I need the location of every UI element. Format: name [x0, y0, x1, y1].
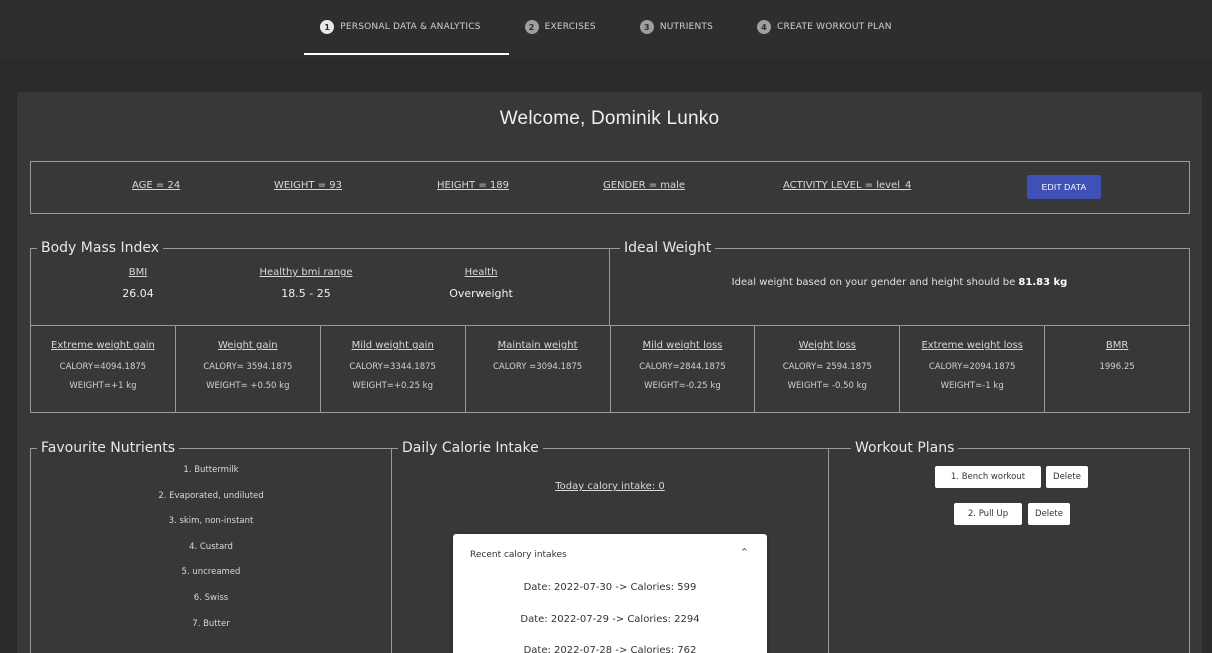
health-label: Health [464, 267, 498, 278]
ideal-weight-text: Ideal weight based on your gender and he… [610, 277, 1189, 288]
user-data-box: AGE = 24 WEIGHT = 93 HEIGHT = 189 GENDER… [30, 161, 1190, 214]
calorie-cell-gain: Weight gain CALORY= 3594.1875 WEIGHT= +0… [176, 326, 321, 412]
step-label: CREATE WORKOUT PLAN [776, 22, 892, 32]
calorie-cell-calory: CALORY =3094.1875 [492, 362, 583, 372]
calorie-cell-title[interactable]: Mild weight loss [611, 340, 755, 351]
calorie-cell-bmr: BMR 1996.25 [1045, 326, 1189, 412]
calorie-cell-calory: CALORY=4094.1875 [59, 362, 147, 372]
list-item: 1. Buttermilk [183, 465, 239, 475]
bmi-legend: Body Mass Index [37, 239, 164, 257]
list-item: 6. Swiss [193, 592, 229, 603]
list-item: 2. Evaporated, undiluted [158, 490, 264, 501]
recent-calory-panel: Recent calory intakes ⌃ Date: 2022-07-30… [453, 534, 767, 653]
edit-data-button[interactable]: EDIT DATA [1027, 175, 1101, 199]
calorie-cell-mild-gain: Mild weight gain CALORY=3344.1875 WEIGHT… [321, 326, 466, 412]
bmi-range-label: Healthy bmi range [259, 267, 353, 278]
calorie-cell-extreme-gain: Extreme weight gain CALORY=4094.1875 WEI… [31, 326, 176, 412]
calorie-cell-calory: CALORY=2094.1875 [928, 362, 1016, 372]
gender-field[interactable]: GENDER = male [603, 180, 685, 191]
ideal-weight-box: Ideal Weight Ideal weight based on your … [609, 239, 1190, 326]
bmi-column: BMI 26.04 [78, 267, 198, 300]
step-exercises[interactable]: 2 EXERCISES [521, 17, 600, 37]
calorie-cell-weight: WEIGHT=-0.25 kg [644, 381, 721, 391]
health-column: Health Overweight [421, 267, 541, 300]
stepper: 1 PERSONAL DATA & ANALYTICS 2 EXERCISES … [0, 17, 1212, 55]
nutrients-list: 1. Buttermilk 2. Evaporated, undiluted 3… [31, 463, 391, 642]
list-item: Date: 2022-07-29 -> Calories: 2294 [520, 614, 700, 625]
daily-calorie-legend: Daily Calorie Intake [398, 439, 543, 457]
ideal-weight-sentence: Ideal weight based on your gender and he… [731, 277, 1016, 288]
calorie-cell-extreme-loss: Extreme weight loss CALORY=2094.1875 WEI… [900, 326, 1046, 412]
bmi-value: 26.04 [122, 287, 154, 300]
step-label: PERSONAL DATA & ANALYTICS [340, 22, 481, 32]
list-item: 4. Custard [189, 541, 233, 552]
calorie-cell-weight: WEIGHT=+0.25 kg [352, 381, 434, 391]
calorie-cell-weight: WEIGHT= -0.50 kg [787, 381, 867, 391]
calorie-cell-maintain: Maintain weight CALORY =3094.1875 [466, 326, 611, 412]
calorie-cell-loss: Weight loss CALORY= 2594.1875 WEIGHT= -0… [755, 326, 901, 412]
activity-level-field[interactable]: ACTIVITY LEVEL = level_4 [783, 180, 911, 191]
health-value: Overweight [449, 287, 513, 300]
workout-plans-legend: Workout Plans [851, 439, 959, 457]
list-item: 7. Butter [192, 618, 230, 629]
workout-plans-box: Workout Plans 1. Bench workout Delete 2.… [828, 439, 1190, 653]
list-item: 3. skim, non-instant [168, 516, 254, 527]
ideal-weight-legend: Ideal Weight [620, 239, 716, 257]
calorie-cell-calory: CALORY= 2594.1875 [782, 362, 872, 372]
step-number: 1 [320, 20, 335, 34]
calorie-cell-title[interactable]: Weight loss [755, 340, 899, 351]
favourite-nutrients-box: Favourite Nutrients 1. Buttermilk 2. Eva… [30, 439, 392, 653]
calorie-cell-title[interactable]: Mild weight gain [321, 340, 465, 351]
calorie-cell-title[interactable]: Extreme weight gain [31, 340, 175, 351]
workout-plan-button[interactable]: 2. Pull Up [954, 503, 1022, 525]
age-field[interactable]: AGE = 24 [132, 180, 180, 191]
ideal-weight-value: 81.83 kg [1018, 277, 1068, 288]
step-nutrients[interactable]: 3 NUTRIENTS [636, 17, 717, 37]
list-item: Date: 2022-07-28 -> Calories: 762 [523, 645, 697, 653]
calorie-cell-calory: CALORY= 3594.1875 [203, 362, 293, 372]
step-number: 3 [639, 20, 654, 34]
calorie-cell-title[interactable]: BMR [1045, 340, 1189, 351]
today-calory-intake[interactable]: Today calory intake: 0 [392, 481, 828, 492]
calorie-cell-title[interactable]: Maintain weight [466, 340, 610, 351]
step-label: EXERCISES [544, 22, 596, 32]
delete-button[interactable]: Delete [1046, 466, 1088, 488]
bmi-label: BMI [128, 267, 148, 278]
welcome-title: Welcome, Dominik Lunko [499, 108, 720, 129]
recent-calory-header[interactable]: Recent calory intakes [470, 550, 567, 560]
calorie-cell-calory: 1996.25 [1099, 362, 1135, 372]
calorie-cell-weight: WEIGHT=-1 kg [940, 381, 1004, 391]
calorie-grid: Extreme weight gain CALORY=4094.1875 WEI… [30, 325, 1190, 413]
step-personal-data[interactable]: 1 PERSONAL DATA & ANALYTICS [304, 17, 510, 55]
list-item: 5. uncreamed [181, 567, 241, 578]
calorie-cell-weight: WEIGHT= +0.50 kg [206, 381, 290, 391]
weight-field[interactable]: WEIGHT = 93 [274, 180, 342, 191]
height-field[interactable]: HEIGHT = 189 [437, 180, 509, 191]
step-label: NUTRIENTS [659, 22, 713, 32]
chevron-up-icon[interactable]: ⌃ [740, 546, 749, 559]
top-bar: 1 PERSONAL DATA & ANALYTICS 2 EXERCISES … [0, 0, 1212, 58]
main-panel: Welcome, Dominik Lunko AGE = 24 WEIGHT =… [17, 92, 1202, 653]
calorie-cell-title[interactable]: Weight gain [176, 340, 320, 351]
calorie-cell-calory: CALORY=2844.1875 [639, 362, 726, 372]
workout-plan-button[interactable]: 1. Bench workout [935, 466, 1041, 488]
daily-calorie-box: Daily Calorie Intake Today calory intake… [391, 439, 829, 653]
bmi-range-column: Healthy bmi range 18.5 - 25 [231, 267, 381, 300]
calorie-cell-mild-loss: Mild weight loss CALORY=2844.1875 WEIGHT… [611, 326, 756, 412]
calorie-cell-title[interactable]: Extreme weight loss [900, 340, 1044, 351]
calorie-cell-weight: WEIGHT=+1 kg [69, 381, 137, 391]
step-create-workout-plan[interactable]: 4 CREATE WORKOUT PLAN [753, 17, 896, 37]
nutrients-legend: Favourite Nutrients [37, 439, 180, 457]
step-number: 4 [756, 20, 771, 34]
step-number: 2 [524, 20, 539, 34]
list-item: Date: 2022-07-30 -> Calories: 599 [523, 582, 697, 593]
bmi-box: Body Mass Index BMI 26.04 Healthy bmi ra… [30, 239, 610, 326]
delete-button[interactable]: Delete [1028, 503, 1070, 525]
bmi-range-value: 18.5 - 25 [281, 287, 331, 300]
calorie-cell-calory: CALORY=3344.1875 [349, 362, 436, 372]
